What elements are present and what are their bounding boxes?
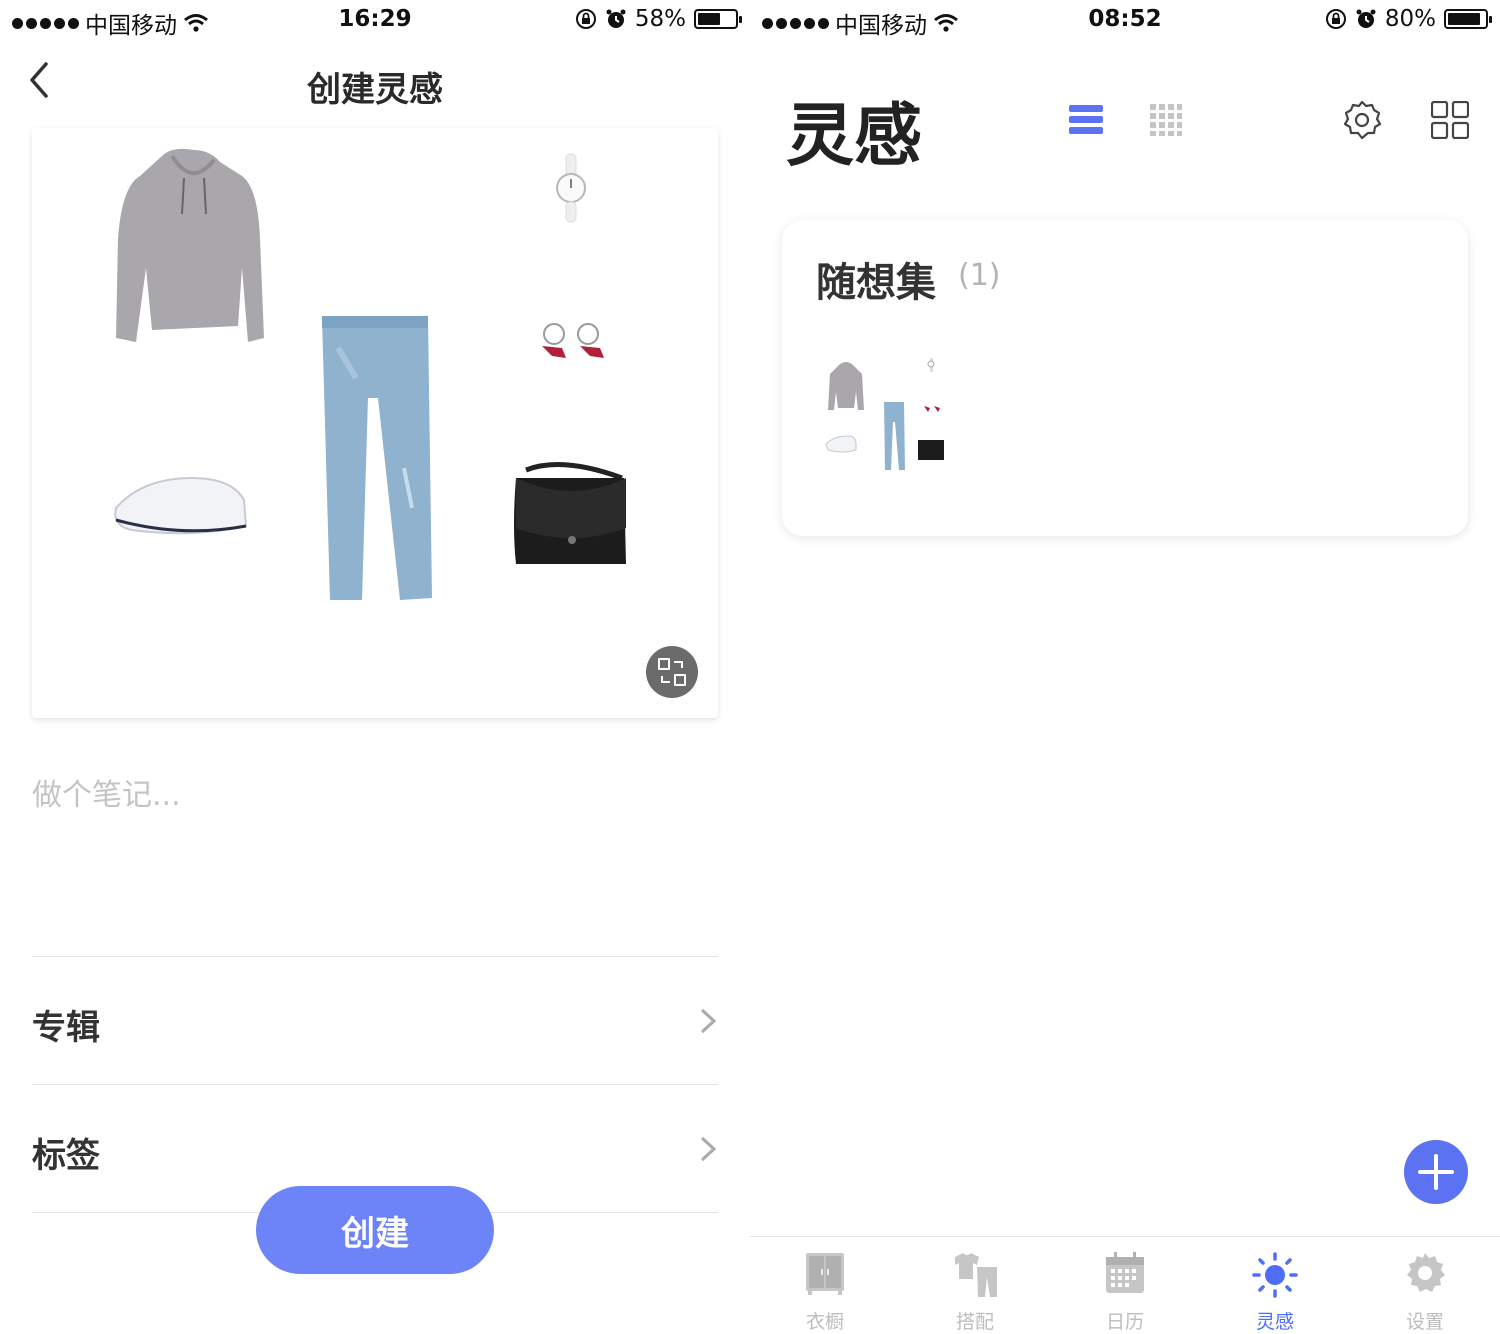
gear-icon [1407, 1253, 1445, 1292]
battery-icon [694, 9, 742, 29]
inspiration-icon [1252, 1252, 1298, 1298]
status-right: 80% [1325, 6, 1492, 32]
chevron-right-icon[interactable] [698, 1134, 718, 1164]
tab-bar: 衣橱 搭配 日历 灵感 设置 [750, 1236, 1500, 1334]
nav-bar: 创建灵感 [0, 48, 750, 118]
plus-icon [1418, 1154, 1454, 1190]
battery-percent: 58% [634, 6, 686, 32]
add-button[interactable] [1404, 1140, 1468, 1204]
alarm-icon [1356, 9, 1376, 28]
tab-label: 搭配 [955, 1311, 994, 1333]
status-right: 58% [575, 6, 742, 32]
rotation-lock-icon [575, 9, 596, 29]
album-count: (1) [958, 258, 1001, 293]
outfit-thumbnail[interactable] [824, 352, 978, 486]
page-title: 灵感 [786, 97, 923, 176]
note-input[interactable]: 做个笔记... [32, 770, 181, 814]
divider [32, 956, 718, 957]
status-bar: 中国移动 16:29 58% [0, 0, 750, 40]
album-row-label[interactable]: 专辑 [32, 1000, 100, 1049]
album-card[interactable]: 随想集 (1) [782, 220, 1468, 536]
tab-inspiration[interactable]: 灵感 [1200, 1237, 1350, 1334]
chevron-right-icon[interactable] [698, 1006, 718, 1036]
swap-icon [658, 658, 686, 686]
tab-calendar[interactable]: 日历 [1050, 1237, 1200, 1334]
earrings-image[interactable] [542, 323, 604, 358]
sneakers-image[interactable] [114, 476, 248, 535]
tab-label: 灵感 [1255, 1311, 1294, 1333]
grid-layout-icon [1431, 101, 1469, 139]
album-name: 随想集 [816, 260, 936, 306]
wardrobe-icon [806, 1253, 844, 1295]
gear-icon [1343, 100, 1382, 140]
swap-layout-button[interactable] [646, 646, 698, 698]
grid-view-button[interactable] [1144, 98, 1188, 142]
tags-row-label[interactable]: 标签 [32, 1128, 100, 1177]
settings-button[interactable] [1340, 98, 1384, 142]
watch-image[interactable] [556, 153, 586, 223]
bag-image[interactable] [514, 462, 626, 564]
rotation-lock-icon [1325, 9, 1346, 29]
status-bar: 中国移动 08:52 80% [750, 0, 1500, 40]
inspiration-screen: 中国移动 08:52 80% 灵感 随想集 (1) 衣橱 搭配 日历 灵感 设置 [750, 0, 1500, 1334]
outfit-collage [114, 148, 626, 600]
battery-icon [1444, 9, 1492, 29]
layout-button[interactable] [1428, 98, 1472, 142]
tab-label: 设置 [1405, 1311, 1444, 1333]
list-view-icon [1069, 105, 1103, 134]
page-title: 创建灵感 [307, 70, 443, 110]
jeans-image[interactable] [322, 316, 432, 600]
tab-wardrobe[interactable]: 衣橱 [750, 1237, 900, 1334]
tab-label: 衣橱 [805, 1311, 844, 1333]
list-view-button[interactable] [1064, 98, 1108, 142]
outfit-canvas[interactable] [32, 128, 718, 718]
tab-settings[interactable]: 设置 [1350, 1237, 1500, 1334]
tab-outfit[interactable]: 搭配 [900, 1237, 1050, 1334]
create-inspiration-screen: 中国移动 16:29 58% 创建灵感 做个笔记... 专辑 标签 创建 [0, 0, 750, 1334]
alarm-icon [606, 9, 626, 28]
calendar-icon [1106, 1252, 1144, 1293]
divider [32, 1084, 718, 1085]
hoodie-image[interactable] [116, 148, 264, 342]
outfit-icon [955, 1253, 997, 1297]
create-button[interactable]: 创建 [256, 1186, 494, 1274]
grid-dots-icon [1150, 104, 1182, 136]
tab-label: 日历 [1105, 1311, 1144, 1333]
battery-percent: 80% [1384, 6, 1436, 32]
